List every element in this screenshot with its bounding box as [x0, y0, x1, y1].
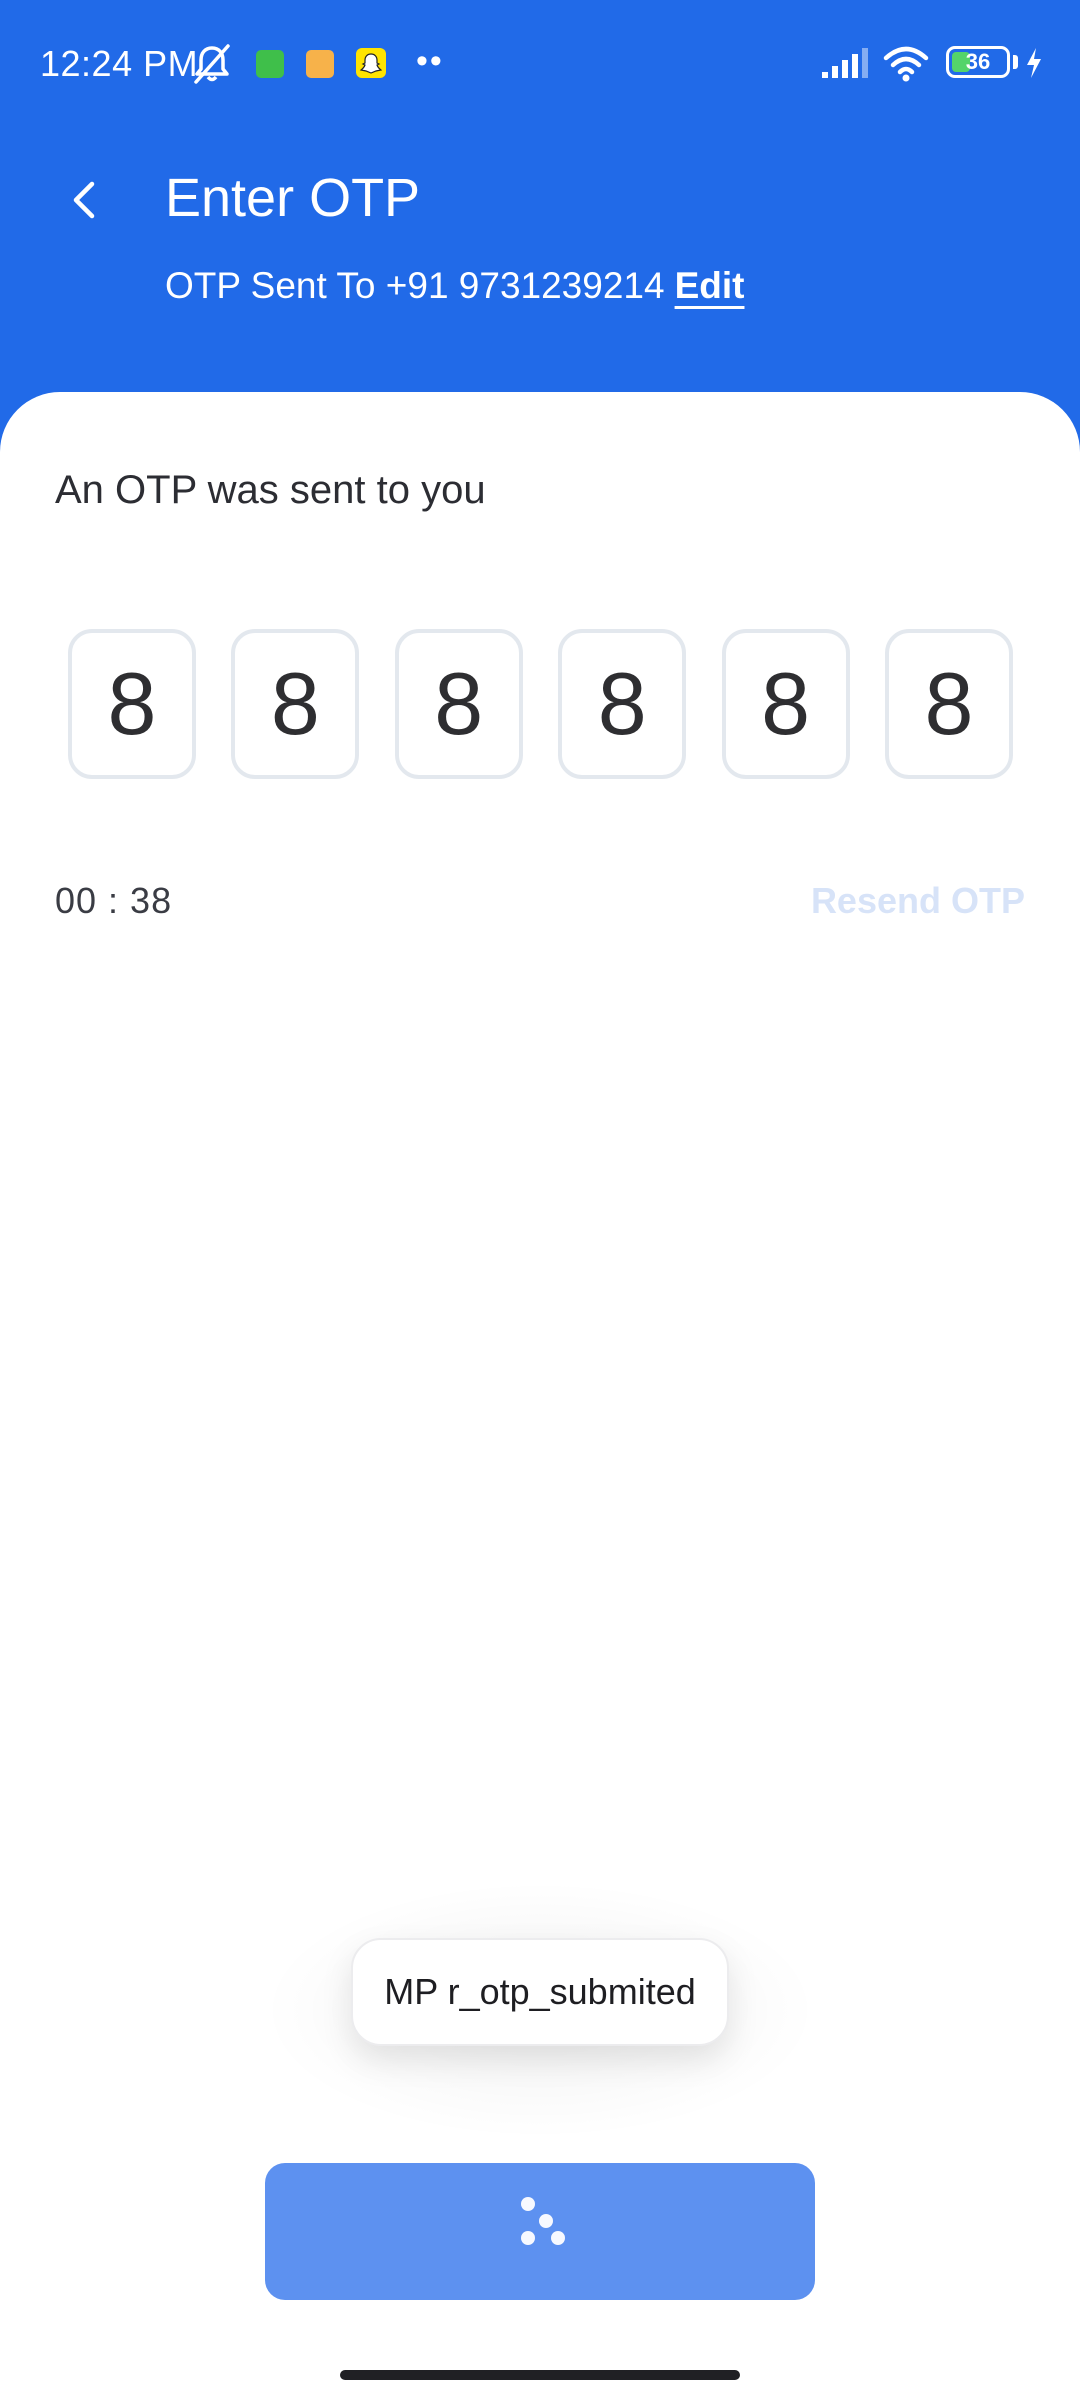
otp-digit-box[interactable]: 8: [231, 629, 360, 779]
resend-otp-button[interactable]: Resend OTP: [811, 877, 1025, 925]
otp-sent-to: OTP Sent To +91 9731239214 Edit: [165, 262, 744, 310]
loading-spinner-icon: [521, 2197, 565, 2245]
otp-digit-box[interactable]: 8: [721, 629, 850, 779]
toast-message: MP r_otp_submited: [351, 1938, 729, 2046]
battery-icon: 36: [946, 46, 1010, 78]
otp-screen: 12:24 PM •• 36 Enter OTP OTP Sent To +91…: [0, 0, 1080, 2400]
resend-timer: 00 : 38: [55, 880, 173, 921]
otp-digit-box[interactable]: 8: [884, 629, 1013, 779]
submit-otp-button[interactable]: [265, 2163, 815, 2300]
otp-digit-box[interactable]: 8: [558, 629, 687, 779]
back-button[interactable]: [56, 160, 112, 240]
status-bar: 12:24 PM •• 36: [0, 0, 1080, 130]
chevron-left-icon: [73, 181, 95, 219]
otp-sent-to-text: OTP Sent To +91 9731239214: [165, 265, 665, 306]
status-time: 12:24 PM: [40, 43, 199, 84]
battery-cap: [1013, 55, 1018, 69]
battery-level: 36: [965, 49, 991, 74]
page-title: Enter OTP: [165, 168, 421, 228]
home-indicator[interactable]: [340, 2370, 740, 2380]
snapchat-icon: [356, 48, 386, 78]
edit-phone-link[interactable]: Edit: [675, 265, 745, 306]
more-dots-icon: ••: [416, 42, 444, 80]
wifi-icon: [882, 44, 930, 87]
otp-digit-box[interactable]: 8: [394, 629, 523, 779]
signal-icon: [820, 46, 870, 85]
otp-input-row: 8 8 8 8 8 8: [68, 629, 1013, 779]
otp-digit-box[interactable]: 8: [68, 629, 196, 779]
app-notification-icon: [256, 50, 284, 78]
message-icon: [306, 50, 334, 78]
mute-icon: [190, 42, 234, 91]
otp-sent-message: An OTP was sent to you: [55, 468, 486, 512]
charging-icon: [1024, 46, 1044, 85]
